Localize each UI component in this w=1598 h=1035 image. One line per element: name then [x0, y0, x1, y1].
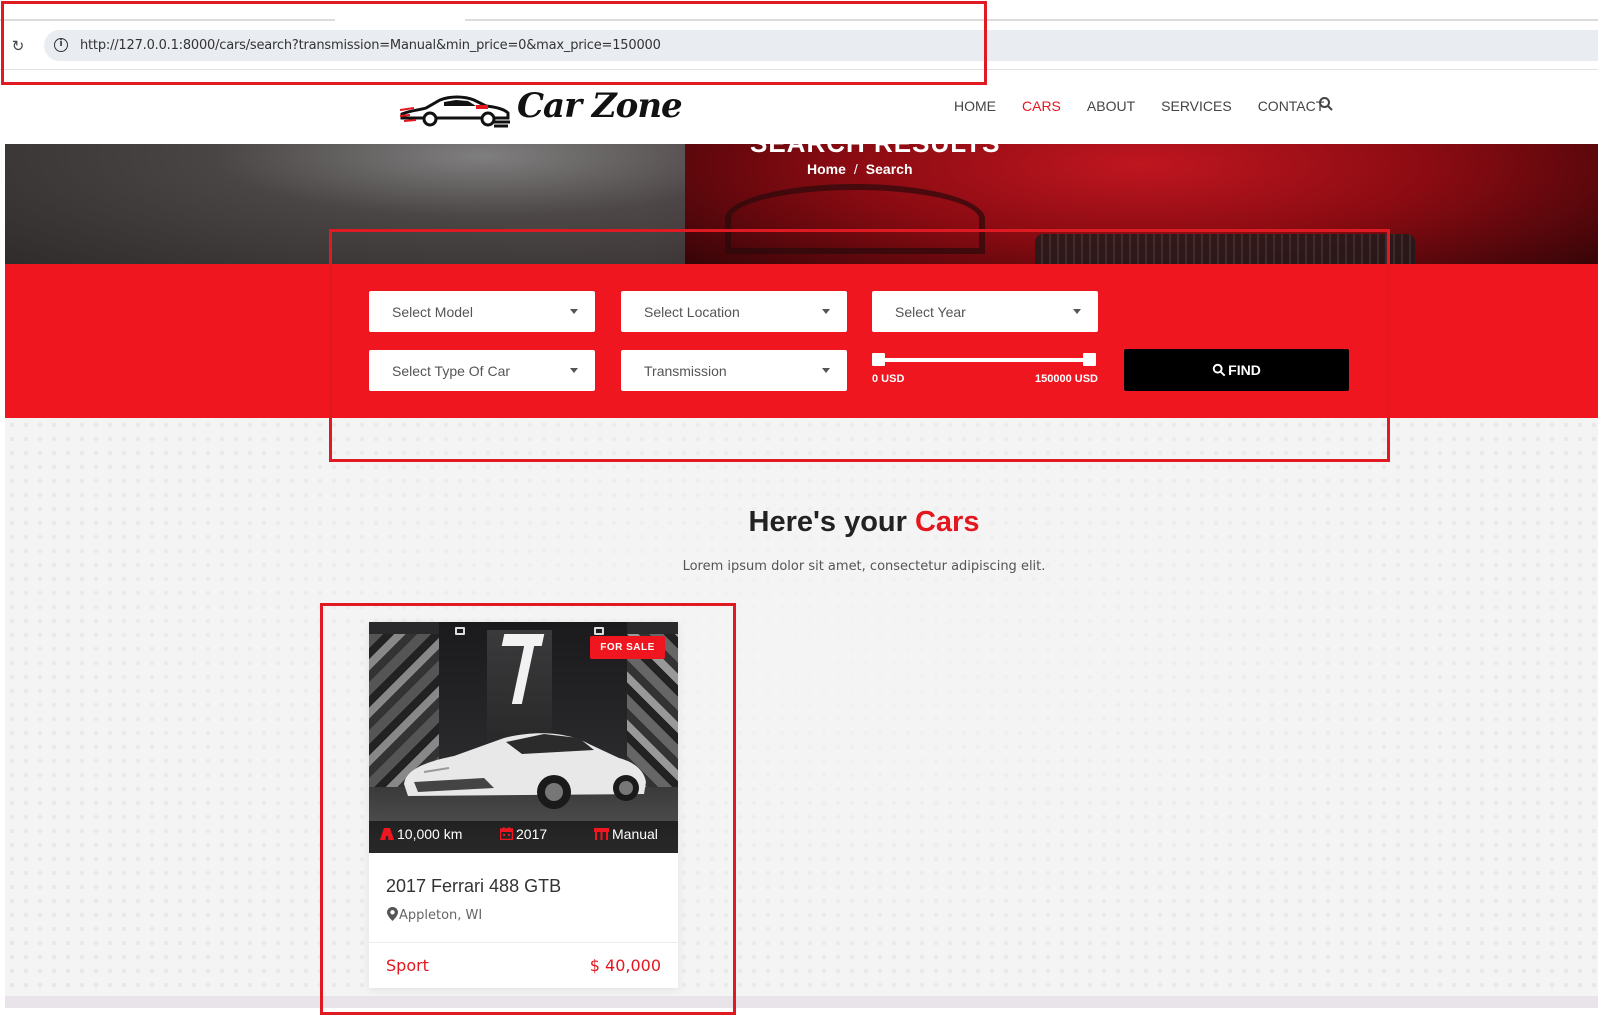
caret-down-icon: [822, 368, 830, 373]
hero-background-left: [5, 144, 685, 264]
nav-services[interactable]: SERVICES: [1161, 98, 1232, 114]
car-price: $ 40,000: [589, 956, 661, 975]
breadcrumb-separator: /: [853, 161, 858, 177]
price-range-track[interactable]: [878, 358, 1090, 362]
wall-logo: [501, 634, 545, 646]
search-icon: [1212, 363, 1226, 377]
hero-banner: SEARCH RESULTS Home / Search: [5, 144, 1598, 264]
breadcrumb: Home / Search: [807, 161, 913, 177]
price-range-slider[interactable]: 0 USD 150000 USD: [872, 350, 1098, 390]
select-transmission-value: Transmission: [644, 363, 727, 379]
map-marker-icon: [387, 907, 398, 921]
hero-title: SEARCH RESULTS: [750, 144, 1000, 159]
caret-down-icon: [822, 309, 830, 314]
price-range-min-handle[interactable]: [872, 353, 885, 366]
year-value: 2017: [516, 826, 548, 842]
main-nav: HOME CARS ABOUT SERVICES CONTACT: [954, 98, 1350, 114]
world-map-background: [5, 418, 1598, 998]
site-logo[interactable]: Car Zone: [400, 86, 683, 130]
breadcrumb-current: Search: [865, 161, 913, 177]
transmission-stat: Manual: [594, 826, 658, 842]
for-sale-badge: FOR SALE: [590, 636, 665, 659]
results-title-accent: Cars: [914, 506, 980, 538]
select-model[interactable]: Select Model: [369, 291, 595, 332]
select-car-type-value: Select Type Of Car: [392, 363, 511, 379]
wall-lamp: [594, 627, 604, 635]
mileage-stat: 10,000 km: [380, 826, 462, 842]
select-transmission[interactable]: Transmission: [621, 350, 847, 391]
search-icon[interactable]: [1318, 96, 1334, 112]
search-form: Select Model Select Location Select Year…: [5, 264, 1598, 418]
find-button-content: FIND: [1124, 362, 1349, 378]
transmission-value: Manual: [612, 826, 658, 842]
price-range-max-handle[interactable]: [1083, 353, 1096, 366]
card-divider: [369, 942, 678, 943]
bottom-section-edge: [5, 996, 1598, 1008]
car-type: Sport: [386, 956, 429, 975]
breadcrumb-home[interactable]: Home: [807, 161, 846, 177]
white-sports-car: [404, 733, 646, 809]
car-image[interactable]: FOR SALE 10,000 km 2017 Manual: [369, 622, 678, 853]
caret-down-icon: [570, 309, 578, 314]
car-card[interactable]: FOR SALE 10,000 km 2017 Manual 2017 Ferr…: [369, 622, 678, 988]
select-model-value: Select Model: [392, 304, 473, 320]
tab-strip: [0, 19, 1598, 21]
price-range-max-label: 150000 USD: [1035, 373, 1098, 385]
calendar-icon: [500, 827, 513, 840]
nav-home[interactable]: HOME: [954, 98, 996, 114]
car-logo-icon: [400, 95, 510, 128]
select-year-value: Select Year: [895, 304, 966, 320]
url-text[interactable]: http://127.0.0.1:8000/cars/search?transm…: [80, 38, 661, 53]
results-title-prefix: Here's your: [748, 506, 915, 538]
results-subtitle: Lorem ipsum dolor sit amet, consectetur …: [682, 559, 1046, 574]
nav-about[interactable]: ABOUT: [1087, 98, 1135, 114]
price-range-min-label: 0 USD: [872, 373, 905, 385]
logo-wordmark[interactable]: Car Zone: [517, 86, 683, 126]
caret-down-icon: [570, 368, 578, 373]
page-bottom: [0, 1008, 1598, 1035]
nav-contact[interactable]: CONTACT: [1258, 98, 1325, 114]
select-year[interactable]: Select Year: [872, 291, 1098, 332]
results-title: Here's your Cars: [5, 506, 1598, 539]
select-location[interactable]: Select Location: [621, 291, 847, 332]
info-icon[interactable]: i: [54, 38, 68, 52]
find-button-label: FIND: [1228, 362, 1261, 378]
wall-lamp: [455, 627, 465, 635]
road-icon: [380, 828, 394, 840]
results-section: Here's your Cars Lorem ipsum dolor sit a…: [5, 418, 1598, 998]
year-stat: 2017: [500, 826, 547, 842]
find-button[interactable]: FIND: [1124, 349, 1349, 391]
car-location-text: Appleton, WI: [399, 908, 483, 923]
nav-cars[interactable]: CARS: [1022, 98, 1061, 114]
reload-icon[interactable]: ↻: [8, 36, 28, 56]
select-location-value: Select Location: [644, 304, 740, 320]
hero-car-headlight: [725, 184, 985, 254]
car-location: Appleton, WI: [387, 907, 482, 923]
gearbox-icon: [594, 828, 609, 840]
mileage-value: 10,000 km: [397, 826, 463, 842]
address-bar[interactable]: i http://127.0.0.1:8000/cars/search?tran…: [44, 30, 1598, 61]
browser-toolbar: ↻ i http://127.0.0.1:8000/cars/search?tr…: [0, 0, 1598, 70]
site-header: Car Zone HOME CARS ABOUT SERVICES CONTAC…: [0, 70, 1598, 144]
caret-down-icon: [1073, 309, 1081, 314]
active-tab[interactable]: [335, 12, 465, 24]
car-title[interactable]: 2017 Ferrari 488 GTB: [386, 876, 561, 897]
hero-car-grille: [1035, 234, 1415, 264]
car-stats-bar: 10,000 km 2017 Manual: [369, 821, 678, 853]
select-car-type[interactable]: Select Type Of Car: [369, 350, 595, 391]
